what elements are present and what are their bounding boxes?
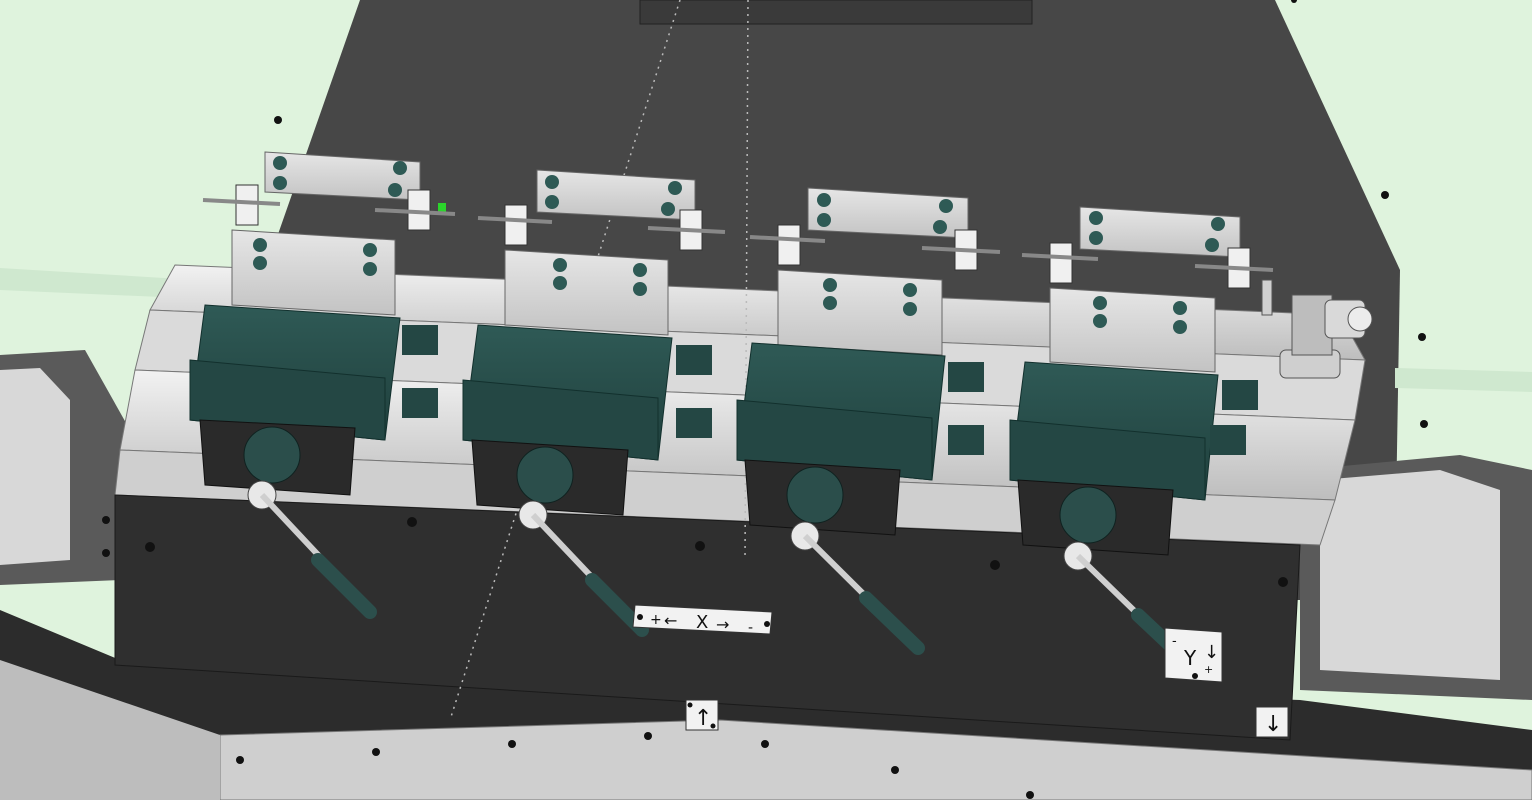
- clamp-left: [235, 184, 259, 226]
- x-left-arrow: ←: [664, 611, 677, 630]
- x-minus: -: [748, 620, 753, 636]
- y-letter: Y: [1183, 646, 1197, 670]
- x-plus: +: [650, 612, 662, 628]
- y-plus: +: [1204, 663, 1213, 676]
- right-arrow: ↓: [1264, 712, 1282, 737]
- x-letter: X: [696, 612, 708, 633]
- spindle-knob[interactable]: [516, 446, 574, 504]
- spindle-knob[interactable]: [1059, 486, 1117, 544]
- x-right-arrow: →: [716, 615, 729, 634]
- lower-block: [1049, 287, 1216, 373]
- y-axis-label: - Y ↓ +: [1164, 627, 1223, 683]
- right-arrow-plate: ↓: [1255, 706, 1289, 738]
- cad-viewport[interactable]: + ← X → - - Y ↓ + ↑ ↓: [0, 0, 1532, 800]
- center-arrow: ↑: [694, 706, 712, 731]
- spindle-knob[interactable]: [243, 426, 301, 484]
- spindle-knob[interactable]: [786, 466, 844, 524]
- center-arrow-plate: ↑: [685, 699, 719, 731]
- top-cover: [639, 0, 1033, 25]
- left-housing-panel: [0, 368, 70, 565]
- y-arrow: ↓: [1204, 642, 1219, 663]
- right-housing-panel: [1320, 470, 1500, 680]
- right-green-rail: [1395, 368, 1532, 392]
- y-minus: -: [1172, 634, 1177, 649]
- lower-block: [777, 269, 943, 356]
